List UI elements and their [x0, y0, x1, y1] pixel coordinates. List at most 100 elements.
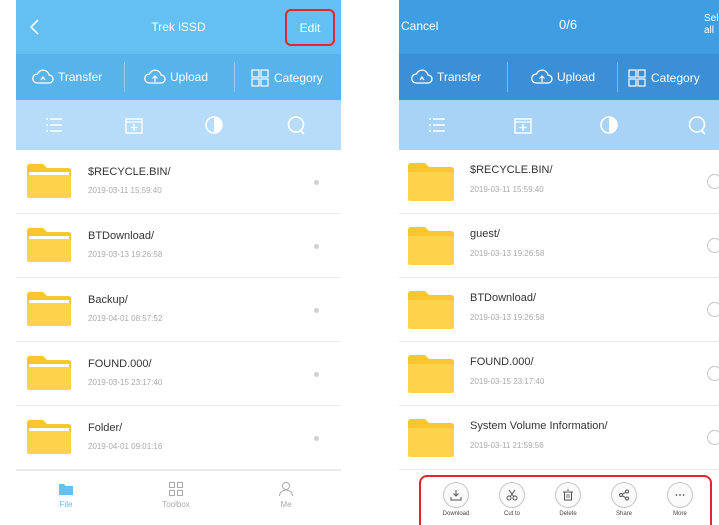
- folder-icon: [408, 163, 454, 201]
- file-date: 2019-03-13 19:26:58: [470, 249, 545, 258]
- cloud-upload-icon: [144, 69, 166, 84]
- file-row[interactable]: Folder/2019-04-01 09:01:16: [16, 406, 341, 470]
- scissors-icon: [506, 489, 518, 501]
- transfer-button[interactable]: Transfer: [32, 68, 102, 86]
- file-date: 2019-03-11 21:59:56: [470, 441, 544, 450]
- tab-toolbox-label: Toolbox: [162, 500, 190, 509]
- cloud-transfer-icon: [411, 69, 433, 84]
- sort-icon[interactable]: [204, 115, 224, 135]
- folder-icon: [27, 164, 71, 198]
- file-row[interactable]: FOUND.000/2019-03-15 23:17:40: [399, 342, 719, 406]
- tool-bar: [16, 100, 341, 150]
- delete-label: Delete: [559, 511, 577, 517]
- edit-button[interactable]: Edit: [285, 9, 335, 46]
- file-date: 2019-03-15 23:17:40: [88, 378, 163, 387]
- bottom-tab-bar: File Toolbox Me: [16, 470, 341, 525]
- trash-icon: [563, 489, 573, 501]
- file-row[interactable]: BTDownload/2019-03-13 19:26:58: [399, 278, 719, 342]
- upload-button[interactable]: Upload: [144, 68, 208, 86]
- search-icon[interactable]: [286, 115, 306, 135]
- tab-file-label: File: [59, 500, 73, 509]
- row-status-dot: [314, 244, 319, 249]
- edit-button-label: Edit: [299, 20, 321, 35]
- file-name: $RECYCLE.BIN/: [470, 164, 553, 176]
- back-arrow-icon[interactable]: [26, 17, 44, 37]
- file-name: $RECYCLE.BIN/: [88, 166, 171, 178]
- file-selection-screen: Cancel 0/6 Select all Transfer Upload Ca…: [399, 0, 719, 525]
- file-row[interactable]: $RECYCLE.BIN/2019-03-11 15:59:40: [16, 150, 341, 214]
- upload-button[interactable]: Upload: [531, 68, 595, 86]
- upload-label: Upload: [557, 70, 596, 84]
- file-date: 2019-03-13 19:26:58: [470, 313, 545, 322]
- upload-label: Upload: [170, 70, 209, 84]
- select-radio[interactable]: [707, 238, 719, 253]
- folder-icon: [27, 420, 71, 454]
- transfer-label: Transfer: [58, 70, 103, 84]
- file-name: FOUND.000/: [470, 356, 534, 368]
- folder-tab-icon: [59, 484, 73, 495]
- row-status-dot: [314, 308, 319, 313]
- folder-icon: [408, 291, 454, 329]
- share-label: Share: [615, 511, 632, 517]
- file-date: 2019-03-11 15:59:40: [88, 186, 162, 195]
- share-button[interactable]: Share: [601, 482, 647, 517]
- divider: [617, 62, 618, 92]
- file-row[interactable]: guest/2019-03-13 19:26:58: [399, 214, 719, 278]
- list-view-icon[interactable]: [427, 115, 447, 135]
- folder-icon: [408, 355, 454, 393]
- sort-icon[interactable]: [599, 115, 619, 135]
- file-row[interactable]: System Volume Information/2019-03-11 21:…: [399, 406, 719, 470]
- search-icon[interactable]: [687, 115, 707, 135]
- download-button-circle: [443, 482, 469, 508]
- screenshot-stage: Trek iSSD Edit Transfer Upload Category: [0, 0, 719, 525]
- new-folder-icon[interactable]: [124, 115, 144, 135]
- cut-button-circle: [499, 482, 525, 508]
- delete-button[interactable]: Delete: [545, 482, 591, 517]
- list-view-icon[interactable]: [44, 115, 64, 135]
- file-list: $RECYCLE.BIN/2019-03-11 15:59:40 BTDownlo…: [16, 150, 341, 470]
- file-name: System Volume Information/: [470, 420, 608, 432]
- folder-icon: [408, 227, 454, 265]
- download-icon: [450, 490, 462, 501]
- select-radio[interactable]: [707, 366, 719, 381]
- select-all-button[interactable]: Select all: [704, 13, 719, 37]
- person-icon: [279, 482, 293, 497]
- category-label: Category: [651, 71, 700, 85]
- file-row[interactable]: $RECYCLE.BIN/2019-03-11 15:59:40: [399, 150, 719, 214]
- new-folder-icon[interactable]: [513, 115, 533, 135]
- cloud-upload-icon: [531, 69, 553, 84]
- file-row[interactable]: FOUND.000/2019-03-15 23:17:40: [16, 342, 341, 406]
- tab-file[interactable]: File: [36, 481, 96, 509]
- more-button[interactable]: More: [657, 482, 703, 517]
- file-name: Folder/: [88, 422, 123, 434]
- action-bar: Transfer Upload Category: [16, 54, 341, 100]
- file-name: BTDownload/: [470, 292, 537, 304]
- cancel-button[interactable]: Cancel: [401, 19, 438, 33]
- more-button-circle: [667, 482, 693, 508]
- cut-label: Cut to: [503, 511, 520, 517]
- folder-icon: [27, 228, 71, 262]
- category-grid-icon: [251, 69, 269, 87]
- divider: [234, 62, 235, 92]
- file-name: guest/: [470, 228, 500, 240]
- divider: [124, 62, 125, 92]
- folder-icon: [27, 292, 71, 326]
- file-date: 2019-03-13 19:26:58: [88, 250, 163, 259]
- tab-me[interactable]: Me: [256, 481, 316, 509]
- file-date: 2019-04-01 09:01:16: [88, 442, 163, 451]
- download-button[interactable]: Download: [433, 482, 479, 517]
- category-button[interactable]: Category: [627, 68, 700, 88]
- category-button[interactable]: Category: [250, 68, 323, 88]
- file-row[interactable]: Backup/2019-04-01 08:57:52: [16, 278, 341, 342]
- select-radio[interactable]: [707, 430, 719, 445]
- transfer-button[interactable]: Transfer: [411, 68, 481, 86]
- share-icon: [619, 489, 629, 501]
- tab-toolbox[interactable]: Toolbox: [146, 481, 206, 509]
- file-date: 2019-03-15 23:17:40: [470, 377, 545, 386]
- select-radio[interactable]: [707, 302, 719, 317]
- tool-bar: [399, 100, 719, 150]
- cut-button[interactable]: Cut to: [489, 482, 535, 517]
- divider: [507, 62, 508, 92]
- select-radio[interactable]: [707, 174, 719, 189]
- file-row[interactable]: BTDownload/2019-03-13 19:26:58: [16, 214, 341, 278]
